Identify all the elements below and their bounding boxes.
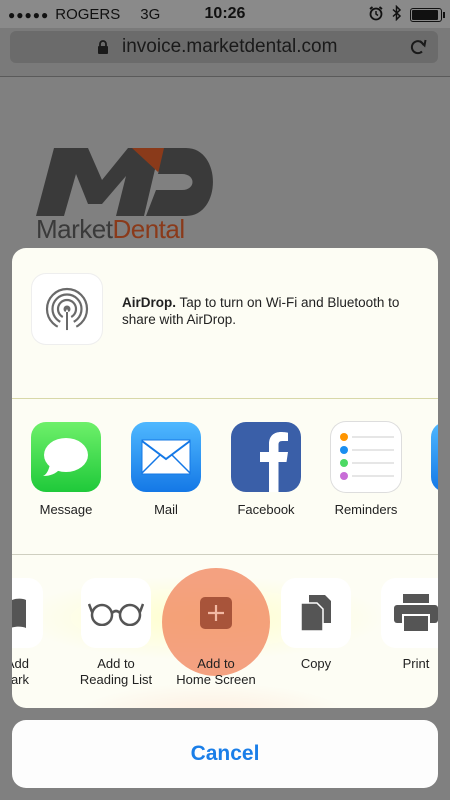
action-copy[interactable]: Copy xyxy=(271,578,361,672)
airdrop-icon[interactable] xyxy=(32,274,102,344)
app-icon xyxy=(431,422,438,492)
action-label-line1: Print xyxy=(402,656,430,671)
action-label: Add to Home Screen xyxy=(171,656,261,688)
action-label-line1: Add to xyxy=(197,656,235,671)
action-add-bookmark[interactable]: Addkmark xyxy=(12,578,53,688)
bookmark-icon xyxy=(12,578,43,648)
bluetooth-icon xyxy=(392,4,402,25)
share-app-label: Mail xyxy=(154,502,178,517)
action-label: Add to Reading List xyxy=(71,656,161,688)
battery-icon xyxy=(410,8,445,22)
logo-market: Market xyxy=(36,214,113,244)
airdrop-message: AirDrop. Tap to turn on Wi-Fi and Blueto… xyxy=(122,294,422,328)
divider xyxy=(12,554,438,555)
reload-icon[interactable] xyxy=(408,37,428,63)
print-icon xyxy=(381,578,438,648)
url-text: invoice.marketdental.com xyxy=(122,36,338,57)
action-row: Addkmark Add toReading List Add toHome S… xyxy=(12,556,438,708)
action-label-line2: Reading List xyxy=(79,672,153,687)
logo-dental: Dental xyxy=(112,214,185,244)
divider xyxy=(0,76,450,77)
cancel-button[interactable]: Cancel xyxy=(12,720,438,788)
action-add-to-home-screen[interactable]: Add to Home Screen xyxy=(171,578,261,688)
app-share-row: Message Mail Facebook Reminders xyxy=(12,400,438,554)
share-app-facebook[interactable]: Facebook xyxy=(221,422,311,517)
divider xyxy=(12,398,438,399)
action-label-line1: Copy xyxy=(300,656,332,671)
glasses-icon xyxy=(81,578,151,648)
alarm-icon xyxy=(368,5,384,25)
share-app-label: Message xyxy=(39,502,93,517)
message-icon xyxy=(31,422,101,492)
facebook-icon xyxy=(231,422,301,492)
lock-icon xyxy=(96,39,110,61)
share-app-reminders[interactable]: Reminders xyxy=(321,422,411,517)
share-app-label: Reminders xyxy=(334,502,398,517)
logo-text: MarketDental xyxy=(36,214,185,245)
reminders-icon xyxy=(331,422,401,492)
share-app-label: Facebook xyxy=(237,502,295,517)
action-print[interactable]: Print xyxy=(371,578,438,672)
mail-icon xyxy=(131,422,201,492)
airdrop-title: AirDrop. xyxy=(122,295,176,310)
action-label-line2: kmark xyxy=(12,672,29,687)
share-app-mail[interactable]: Mail xyxy=(121,422,211,517)
copy-icon xyxy=(281,578,351,648)
share-app-message[interactable]: Message xyxy=(21,422,111,517)
share-app-more[interactable] xyxy=(421,422,438,492)
url-bar[interactable]: invoice.marketdental.com xyxy=(10,31,438,63)
share-sheet: AirDrop. Tap to turn on Wi-Fi and Blueto… xyxy=(12,248,438,708)
action-label: Copy xyxy=(271,656,361,672)
status-bar: ●●●●● ROGERS 3G 10:26 xyxy=(0,0,450,28)
action-label-line1: Add xyxy=(12,656,29,671)
add-icon xyxy=(181,578,251,648)
action-label: Print xyxy=(371,656,438,672)
action-add-to-reading-list[interactable]: Add to Reading List xyxy=(71,578,161,688)
action-label-line2: Home Screen xyxy=(176,672,256,687)
action-label: Addkmark xyxy=(12,656,53,688)
airdrop-row[interactable]: AirDrop. Tap to turn on Wi-Fi and Blueto… xyxy=(12,248,438,398)
action-label-line1: Add to xyxy=(97,656,135,671)
